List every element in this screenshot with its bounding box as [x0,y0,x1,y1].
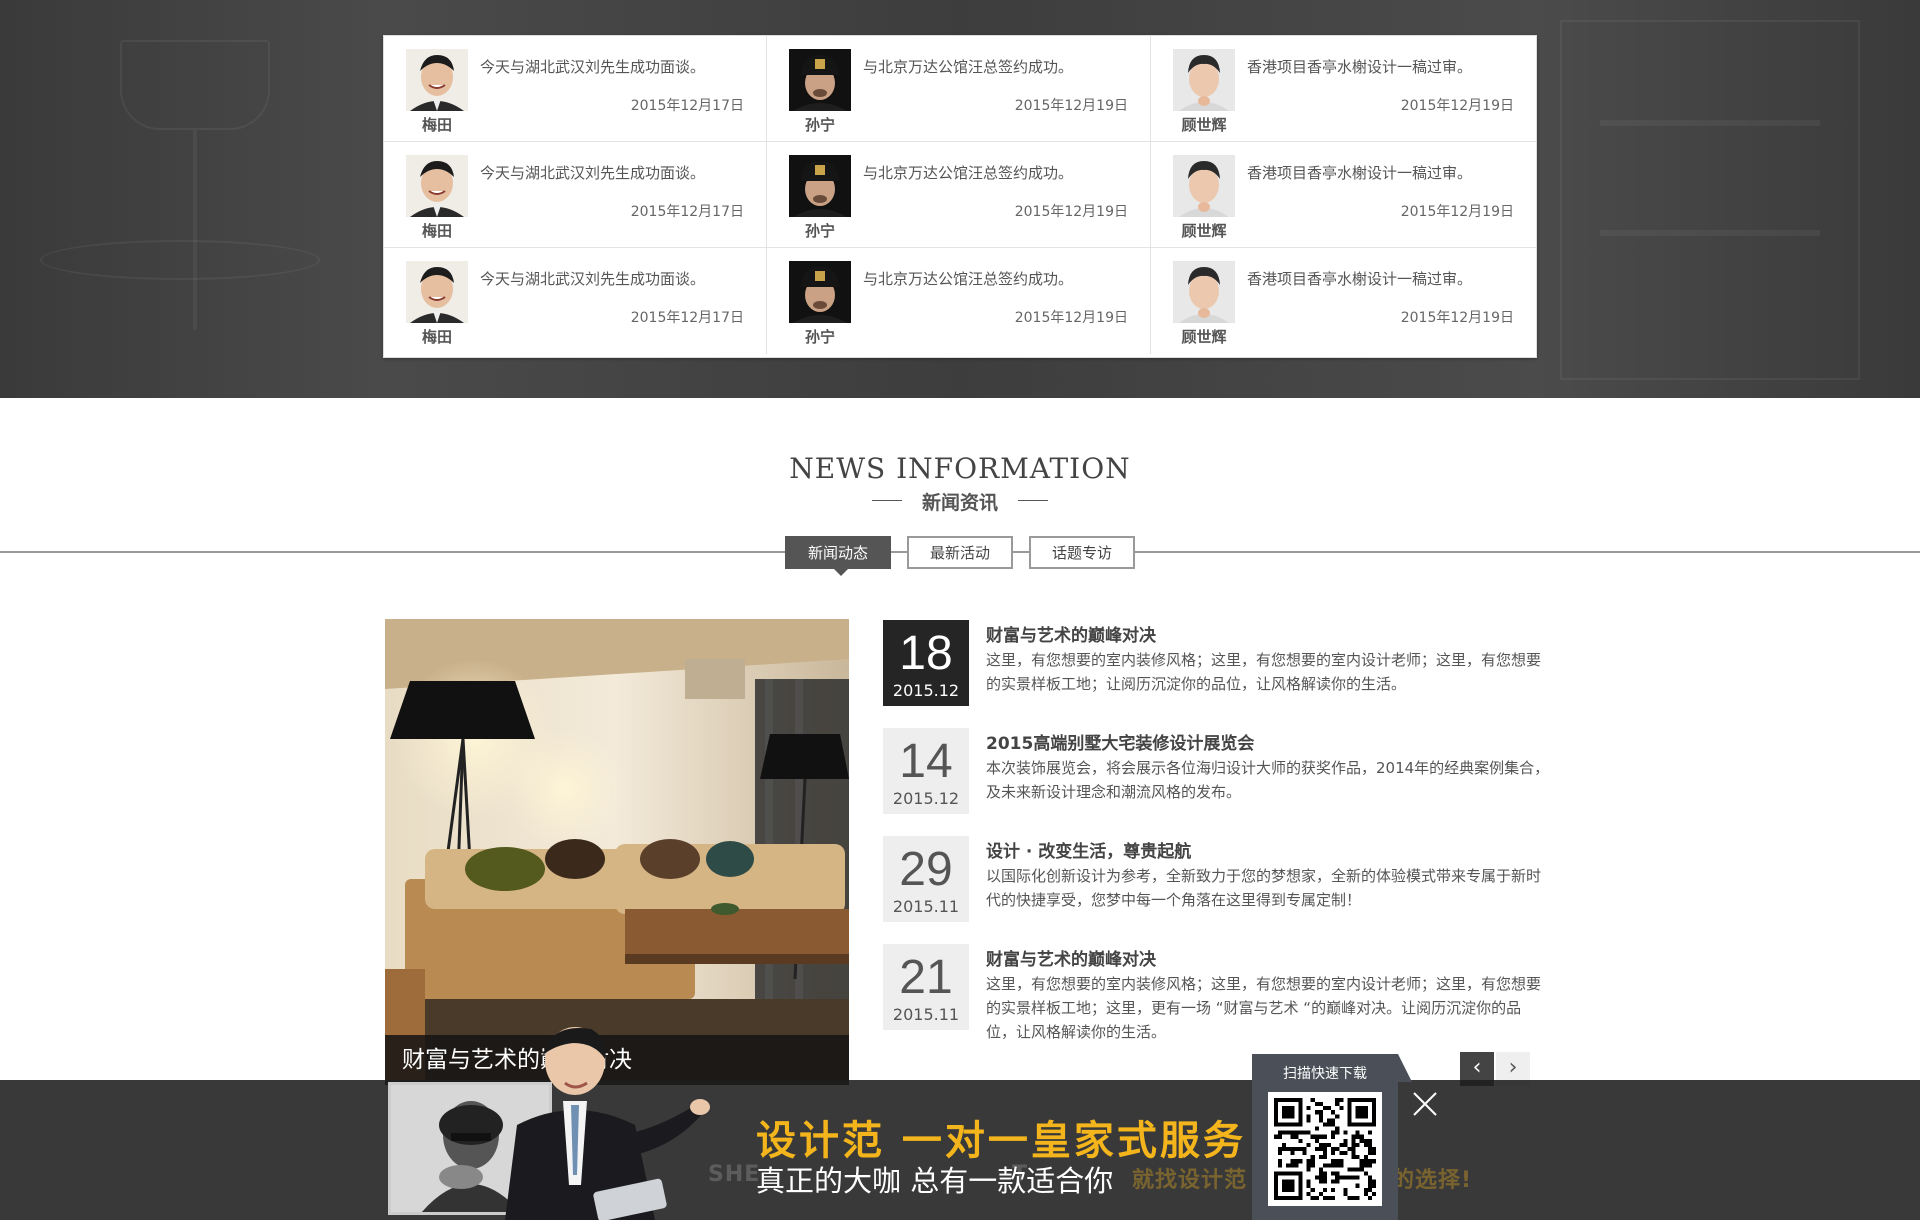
active-tab-caret-icon [834,569,848,576]
ad-shadow-text-right: 就找设计范 [1132,1168,1248,1193]
background-lamp-pole [193,130,197,330]
avatar [789,49,851,111]
close-x-icon [1413,1092,1437,1116]
testimonial-grid: 梅田 今天与湖北武汉刘先生成功面谈。 2015年12月17日 孙宁 与北京万达公馆汪总签… [384,36,1536,354]
avatar [789,261,851,323]
businessman-illustration [505,1027,710,1222]
testimonial-date: 2015年12月17日 [630,310,744,326]
testimonial-item[interactable]: 孙宁 与北京万达公馆汪总签约成功。 2015年12月19日 [767,248,1151,354]
news-date-badge: 14 2015.12 [883,728,969,814]
testimonial-item[interactable]: 梅田 今天与湖北武汉刘先生成功面谈。 2015年12月17日 [384,248,767,354]
news-item-summary: 这里，有您想要的室内装修风格；这里，有您想要的室内设计老师；这里，有您想要的实景… [986,651,1542,693]
news-date-day: 21 [899,951,953,1004]
news-item-summary: 这里，有您想要的室内装修风格；这里，有您想要的室内设计老师；这里，有您想要的实景… [986,975,1542,1041]
news-item-title[interactable]: 财富与艺术的巅峰对决 [986,945,1156,970]
testimonial-item[interactable]: 顾世辉 香港项目香亭水榭设计一稿过审。 2015年12月19日 [1151,36,1536,142]
testimonial-message[interactable]: 香港项目香亭水榭设计一稿过审。 [1247,56,1472,77]
testimonial-message[interactable]: 今天与湖北武汉刘先生成功面谈。 [480,162,705,183]
feature-news-image[interactable]: 财富与艺术的巅峰对决 [385,619,849,1085]
testimonial-item[interactable]: 孙宁 与北京万达公馆汪总签约成功。 2015年12月19日 [767,36,1151,142]
testimonial-message[interactable]: 香港项目香亭水榭设计一稿过审。 [1247,162,1472,183]
ad-shadow-text-right2: 的选择! [1392,1168,1473,1193]
section-title-partial [900,0,1020,6]
testimonial-message[interactable]: 香港项目香亭水榭设计一稿过审。 [1247,268,1472,289]
news-date-year-month: 2015.11 [892,897,960,916]
news-item-summary: 本次装饰展览会，将会展示各位海归设计大师的获奖作品，2014年的经典案例集合，及… [986,759,1550,801]
news-item-title[interactable]: 财富与艺术的巅峰对决 [986,621,1156,646]
news-item-summary: 以国际化创新设计为参考，全新致力于您的梦想家，全新的体验模式带来专属于新时代的快… [986,867,1542,909]
ad-businessman-figure [495,1025,735,1222]
background-lamp-decoration [120,40,270,130]
testimonial-item[interactable]: 顾世辉 香港项目香亭水榭设计一稿过审。 2015年12月19日 [1151,248,1536,354]
living-room-photo [385,619,849,1085]
avatar [789,155,851,217]
testimonial-date: 2015年12月19日 [1014,98,1128,114]
tab-topic-interviews[interactable]: 话题专访 [1029,536,1135,569]
news-item-title[interactable]: 2015高端别墅大宅装修设计展览会 [986,729,1254,754]
testimonial-name: 梅田 [421,222,452,240]
news-title-zh-block: 新闻资讯 [870,486,1050,516]
avatar [1173,49,1235,111]
background-shelf-decoration [1560,20,1860,380]
testimonial-name: 孙宁 [804,116,835,134]
testimonial-name: 顾世辉 [1181,222,1227,240]
testimonial-item[interactable]: 梅田 今天与湖北武汉刘先生成功面谈。 2015年12月17日 [384,36,767,142]
testimonial-card: 梅田 今天与湖北武汉刘先生成功面谈。 2015年12月17日 孙宁 与北京万达公馆汪总签… [383,35,1537,358]
avatar [1173,155,1235,217]
news-title-en: NEWS INFORMATION [789,452,1131,485]
news-date-badge: 29 2015.11 [883,836,969,922]
close-icon[interactable] [1411,1090,1439,1118]
testimonial-date: 2015年12月19日 [1400,204,1514,220]
qr-download-panel: 扫描快速下载 [1252,1054,1412,1220]
news-list-item[interactable]: 14 2015.12 2015高端别墅大宅装修设计展览会本次装饰展览会，将会展示各位… [883,728,1549,818]
testimonial-date: 2015年12月17日 [630,98,744,114]
news-item-title[interactable]: 设计 · 改变生活，尊贵起航 [986,837,1191,862]
testimonial-message[interactable]: 今天与湖北武汉刘先生成功面谈。 [480,56,705,77]
background-shelf-plank [1600,120,1820,126]
testimonial-date: 2015年12月19日 [1400,98,1514,114]
ad-subtitle: 真正的大咖 总有一款适合你 [756,1164,1114,1198]
avatar [406,261,468,323]
news-list-item[interactable]: 18 2015.12 财富与艺术的巅峰对决这里，有您想要的室内装修风格；这里，有您想… [883,620,1543,710]
tab-latest-events[interactable]: 最新活动 [907,536,1013,569]
avatar [406,49,468,111]
testimonial-message[interactable]: 与北京万达公馆汪总签约成功。 [863,162,1073,183]
testimonial-date: 2015年12月19日 [1400,310,1514,326]
background-shelf-plank [1600,230,1820,236]
qr-code-graphic [1274,1098,1376,1200]
testimonial-date: 2015年12月17日 [630,204,744,220]
testimonial-message[interactable]: 与北京万达公馆汪总签约成功。 [863,56,1073,77]
news-date-year-month: 2015.12 [892,789,960,808]
testimonial-name: 顾世辉 [1181,328,1227,346]
avatar [1173,261,1235,323]
testimonial-message[interactable]: 今天与湖北武汉刘先生成功面谈。 [480,268,705,289]
qr-code-icon[interactable] [1268,1092,1382,1206]
testimonial-name: 梅田 [421,116,452,134]
testimonial-item[interactable]: 梅田 今天与湖北武汉刘先生成功面谈。 2015年12月17日 [384,142,767,248]
news-date-day: 14 [899,735,953,788]
testimonial-name: 孙宁 [804,222,835,240]
testimonial-name: 梅田 [421,328,452,346]
news-date-badge: 21 2015.11 [883,944,969,1030]
tab-news-updates[interactable]: 新闻动态 [785,536,891,569]
news-list-item[interactable]: 29 2015.11 设计 · 改变生活，尊贵起航 以国际化创新设计为参考，全新致力… [883,836,1543,926]
testimonial-name: 顾世辉 [1181,116,1227,134]
testimonial-message[interactable]: 与北京万达公馆汪总签约成功。 [863,268,1073,289]
qr-label: 扫描快速下载 [1283,1066,1367,1082]
news-date-day: 29 [899,843,953,896]
testimonial-date: 2015年12月19日 [1014,310,1128,326]
testimonial-date: 2015年12月19日 [1014,204,1128,220]
testimonial-name: 孙宁 [804,328,835,346]
news-title-zh: 新闻资讯 [921,492,998,514]
news-list-item[interactable]: 21 2015.11 财富与艺术的巅峰对决这里，有您想要的室内装修风格；这里，有您想… [883,944,1543,1041]
avatar [406,155,468,217]
testimonial-item[interactable]: 孙宁 与北京万达公馆汪总签约成功。 2015年12月19日 [767,142,1151,248]
news-date-year-month: 2015.12 [892,681,960,700]
background-table-decoration [40,240,320,280]
news-date-badge: 18 2015.12 [883,620,969,706]
title-divider-right [1018,500,1048,501]
news-date-year-month: 2015.11 [892,1005,960,1024]
news-date-day: 18 [899,627,953,680]
testimonial-item[interactable]: 顾世辉 香港项目香亭水榭设计一稿过审。 2015年12月19日 [1151,142,1536,248]
